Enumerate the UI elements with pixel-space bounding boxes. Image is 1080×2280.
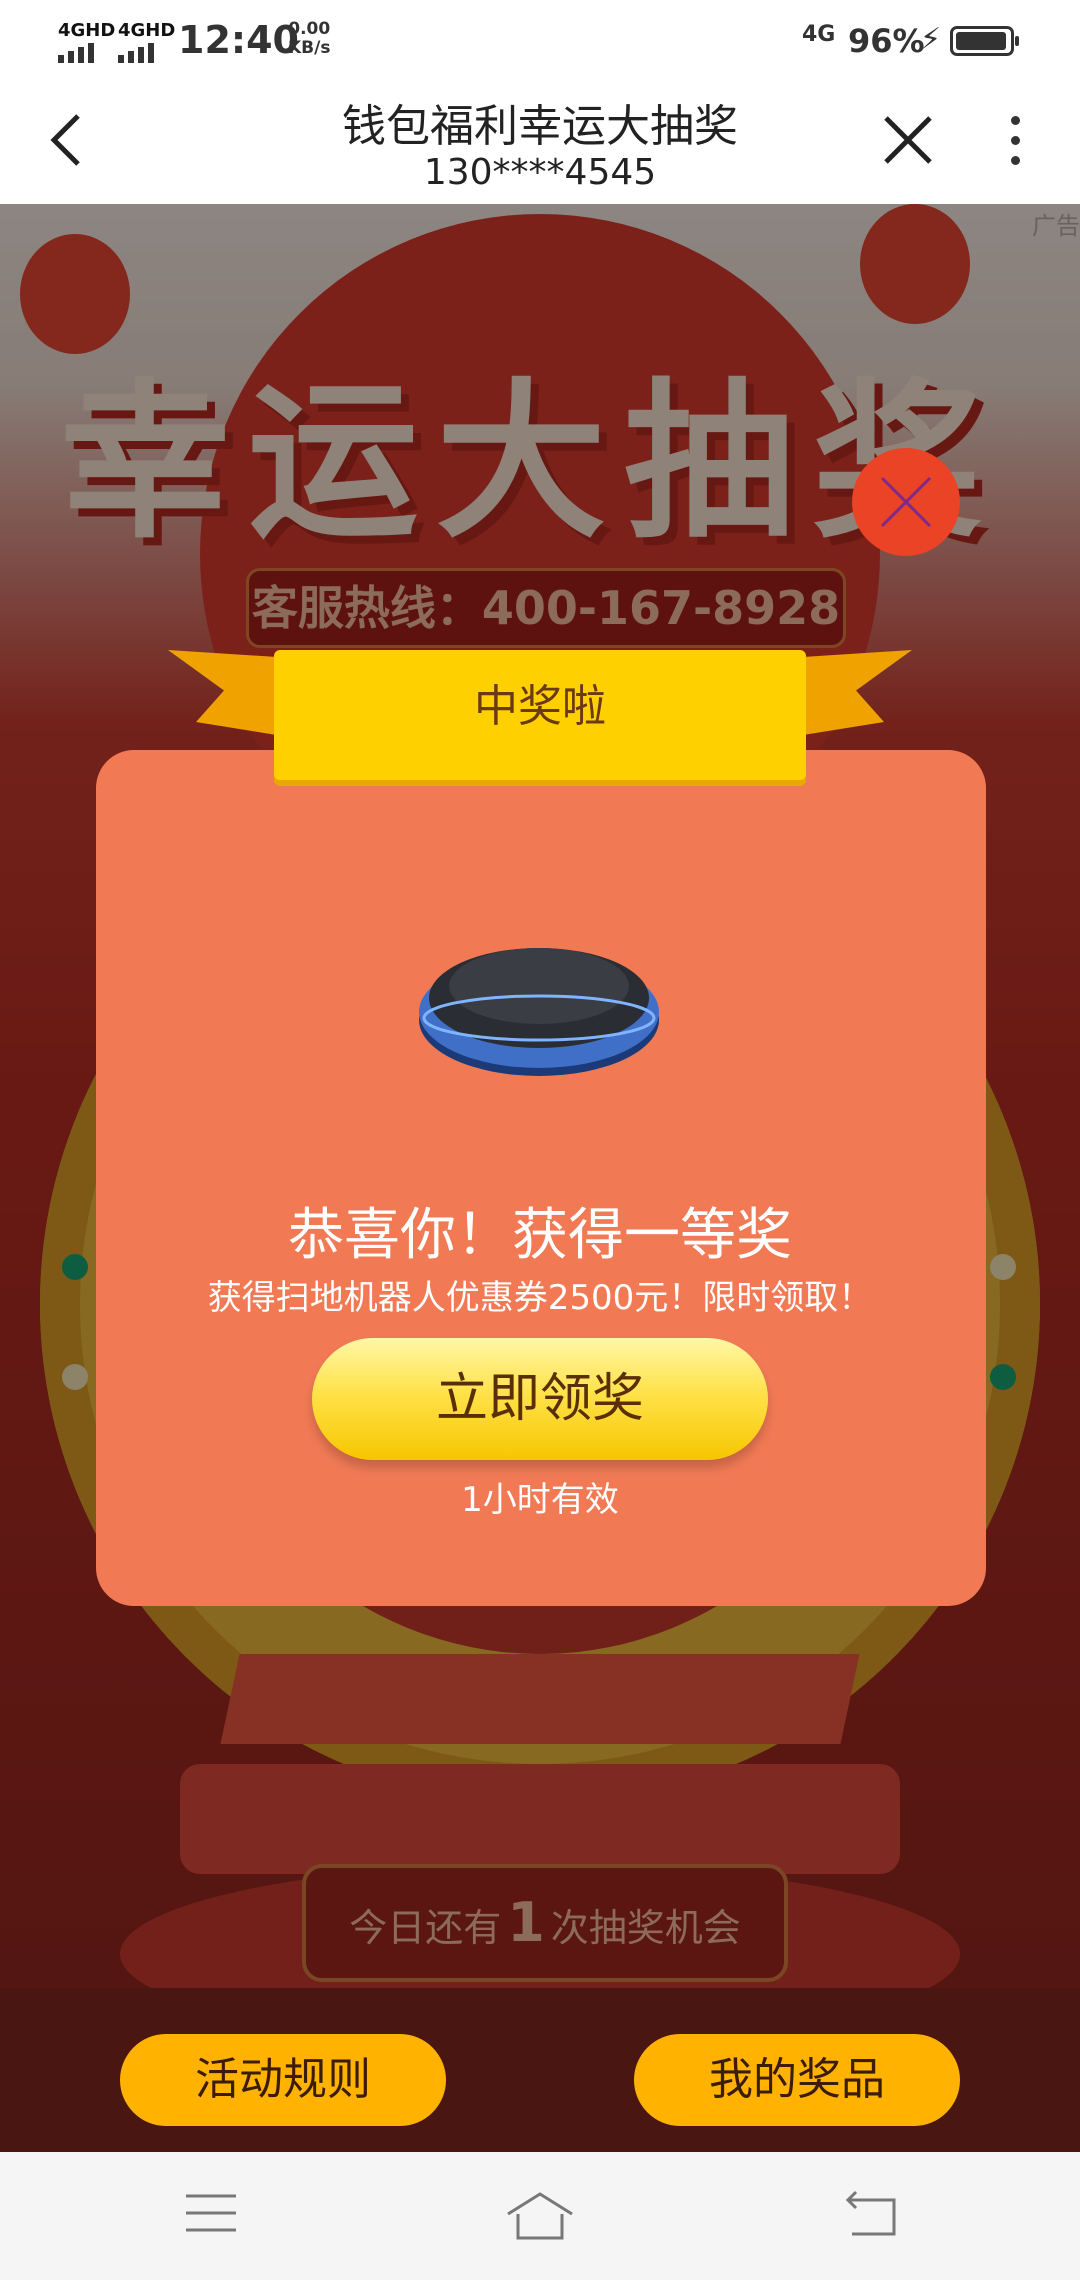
prize-description: 获得扫地机器人优惠券2500元！限时领取！ [207, 1278, 873, 1318]
bottom-action-bar: 活动规则 我的奖品 [0, 1988, 1080, 2152]
signal-label: 4GHD [118, 20, 176, 41]
system-nav-bar [0, 2152, 1080, 2280]
congrats-heading: 恭喜你！获得一等奖 [288, 1203, 792, 1268]
menu-icon[interactable] [184, 2190, 238, 2236]
network-type: 4G [802, 22, 836, 47]
charging-icon: ⚡ [920, 22, 942, 57]
my-prizes-label: 我的奖品 [709, 2054, 885, 2105]
close-icon[interactable] [880, 112, 936, 168]
signal-indicator-1: 4GHD [58, 20, 115, 63]
speed-unit: KB/s [288, 38, 331, 58]
back-icon[interactable] [842, 2190, 898, 2238]
signal-bars-icon [58, 43, 115, 63]
battery-icon [950, 26, 1019, 56]
more-vertical-icon[interactable] [1000, 116, 1030, 172]
signal-indicator-2: 4GHD [118, 20, 175, 63]
clock: 12:40 [178, 18, 299, 62]
battery-percent: 96% [848, 22, 925, 60]
signal-bars-icon [118, 43, 175, 63]
close-circle-icon[interactable] [852, 448, 960, 556]
home-icon[interactable] [504, 2190, 576, 2242]
status-bar: 4GHD 4GHD 12:40 0.00 KB/s 4G 96% ⚡ [0, 0, 1080, 80]
signal-label: 4GHD [58, 20, 116, 41]
network-speed: 0.00 KB/s [288, 20, 330, 58]
validity-note: 1小时有效 [461, 1480, 619, 1520]
title-bar: 钱包福利幸运大抽奖 130****4545 [0, 80, 1080, 204]
claim-prize-label: 立即领奖 [435, 1369, 644, 1429]
ribbon-label: 中奖啦 [474, 681, 606, 732]
battery-fill [956, 32, 1006, 50]
speed-value: 0.00 [288, 19, 331, 39]
prize-ribbon: 中奖啦 [274, 650, 806, 780]
robot-vacuum-image [416, 924, 662, 1086]
claim-prize-button[interactable]: 立即领奖 [312, 1338, 768, 1460]
rules-button[interactable]: 活动规则 [120, 2034, 446, 2126]
my-prizes-button[interactable]: 我的奖品 [634, 2034, 960, 2126]
rules-label: 活动规则 [195, 2054, 371, 2105]
